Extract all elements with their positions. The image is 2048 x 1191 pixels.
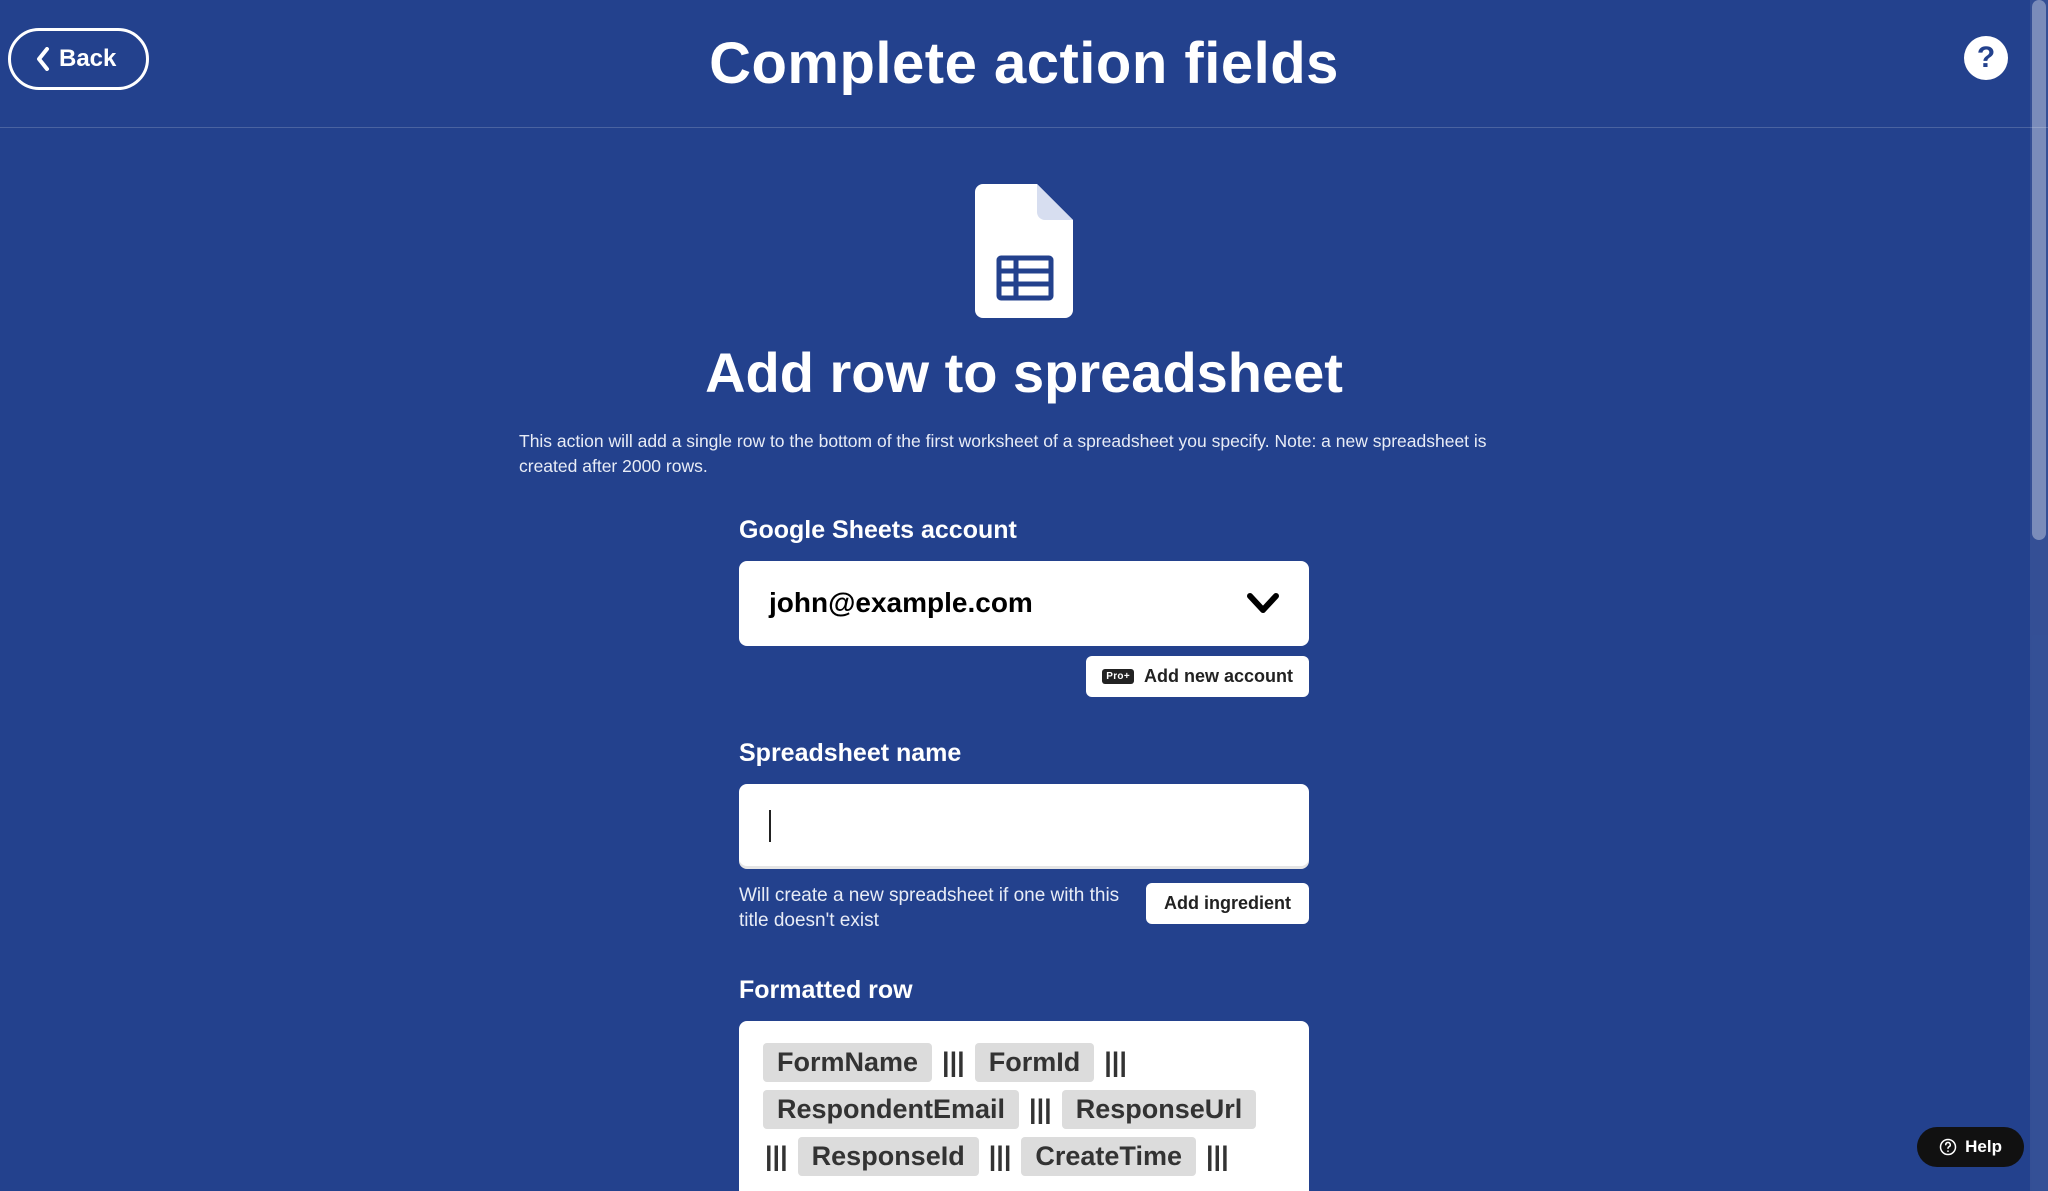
spreadsheet-name-input[interactable]	[739, 784, 1309, 869]
account-select[interactable]: john@example.com	[739, 561, 1309, 646]
scrollbar-thumb[interactable]	[2032, 0, 2046, 540]
spreadsheet-hint: Will create a new spreadsheet if one wit…	[739, 883, 1128, 934]
action-title: Add row to spreadsheet	[519, 340, 1529, 405]
add-new-account-button[interactable]: Pro+ Add new account	[1086, 656, 1309, 697]
chevron-down-icon	[1247, 592, 1279, 614]
page-title: Complete action fields	[709, 30, 1339, 97]
ingredient-token[interactable]: CreateTime	[1021, 1137, 1196, 1176]
action-icon-wrap	[519, 184, 1529, 318]
ingredient-token[interactable]: FormName	[763, 1043, 932, 1082]
add-ingredient-button[interactable]: Add ingredient	[1146, 883, 1309, 924]
pro-plus-badge: Pro+	[1102, 669, 1134, 684]
token-separator: |||	[940, 1047, 967, 1078]
help-circle-icon	[1939, 1138, 1957, 1156]
add-account-label: Add new account	[1144, 666, 1293, 687]
formatted-row-label: Formatted row	[739, 976, 1309, 1005]
header: Back Complete action fields ?	[0, 0, 2048, 128]
main-content: Add row to spreadsheet This action will …	[519, 128, 1529, 1191]
back-button[interactable]: Back	[8, 28, 149, 90]
text-cursor	[769, 810, 771, 842]
help-pill-label: Help	[1965, 1137, 2002, 1157]
token-separator: |||	[1102, 1047, 1129, 1078]
back-label: Back	[59, 45, 116, 73]
token-separator: |||	[763, 1141, 790, 1172]
ingredient-token[interactable]: RespondentEmail	[763, 1090, 1019, 1129]
spreadsheet-name-label: Spreadsheet name	[739, 739, 1309, 768]
ingredient-token[interactable]: FormId	[975, 1043, 1095, 1082]
action-description: This action will add a single row to the…	[519, 429, 1529, 480]
token-separator: |||	[1027, 1094, 1054, 1125]
token-separator: |||	[1204, 1141, 1231, 1172]
help-icon-button[interactable]: ?	[1964, 36, 2008, 80]
google-sheets-icon	[975, 184, 1073, 318]
token-separator: |||	[987, 1141, 1014, 1172]
ingredient-token[interactable]: ResponseId	[798, 1137, 979, 1176]
scrollbar-track[interactable]	[2030, 0, 2048, 1191]
form-column: Google Sheets account john@example.com P…	[739, 516, 1309, 1191]
account-value: john@example.com	[769, 587, 1033, 619]
ingredient-token[interactable]: ResponseUrl	[1062, 1090, 1257, 1129]
help-pill-button[interactable]: Help	[1917, 1127, 2024, 1167]
account-label: Google Sheets account	[739, 516, 1309, 545]
question-mark-icon: ?	[1977, 41, 1995, 75]
chevron-left-icon	[35, 47, 51, 71]
formatted-row-input[interactable]: FormName ||| FormId ||| RespondentEmail ||| Re…	[739, 1021, 1309, 1191]
